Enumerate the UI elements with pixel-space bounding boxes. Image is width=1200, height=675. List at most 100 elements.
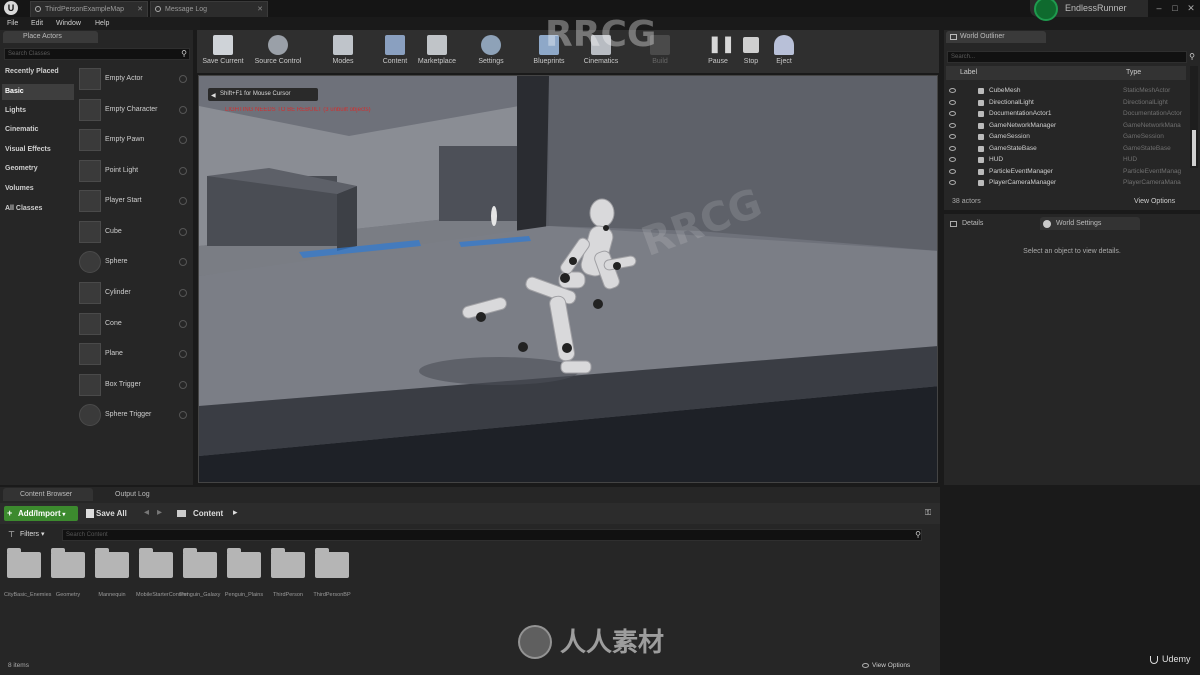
visibility-icon[interactable] [949, 168, 956, 174]
menu-window[interactable]: Window [56, 17, 81, 30]
menu-help[interactable]: Help [95, 17, 109, 30]
modes-button[interactable]: Modes [319, 32, 367, 72]
info-icon[interactable] [179, 320, 187, 328]
tab-world-settings[interactable]: World Settings [1040, 217, 1140, 230]
actor-plane[interactable]: Plane [76, 342, 190, 368]
menu-file[interactable]: File [7, 17, 18, 30]
category-volumes[interactable]: Volumes [2, 181, 74, 197]
folder-item[interactable]: Mannequin [92, 548, 132, 610]
search-icon[interactable]: ⚲ [913, 530, 923, 540]
source-control-button[interactable]: Source Control [254, 32, 302, 72]
category-lights[interactable]: Lights [2, 103, 74, 119]
cinematics-button[interactable]: Cinematics [577, 32, 625, 72]
outliner-row[interactable]: DirectionalLight DirectionalLight [946, 97, 1186, 109]
actor-cube[interactable]: Cube [76, 220, 190, 246]
actor-cylinder[interactable]: Cylinder [76, 281, 190, 307]
category-all-classes[interactable]: All Classes [2, 201, 74, 217]
actor-sphere-trigger[interactable]: Sphere Trigger [76, 403, 190, 429]
folder-item[interactable]: Penguin_Plains [224, 548, 264, 610]
folder-item[interactable]: CityBasic_Enemies [4, 548, 51, 610]
visibility-icon[interactable] [949, 88, 956, 93]
info-icon[interactable] [179, 167, 187, 175]
folder-item[interactable]: MobileStarterContent [136, 548, 188, 610]
close-icon[interactable]: ✕ [137, 2, 143, 17]
content-search-input[interactable]: Search Content [62, 529, 922, 541]
category-visual-effects[interactable]: Visual Effects [2, 142, 74, 158]
outliner-row[interactable]: GameNetworkManager GameNetworkMana [946, 120, 1186, 132]
actor-player-start[interactable]: Player Start [76, 189, 190, 215]
add-import-button[interactable]: Add/Import ▾ [4, 506, 78, 521]
column-label[interactable]: Label [960, 66, 977, 80]
actor-empty-character[interactable]: Empty Character [76, 98, 190, 124]
forward-arrow-icon[interactable]: ▸ [157, 507, 162, 518]
outliner-row[interactable]: ParticleEventManager ParticleEventManag [946, 166, 1186, 178]
back-arrow-icon[interactable]: ◂ [144, 507, 149, 518]
eject-button[interactable]: Eject [760, 32, 808, 72]
path-content[interactable]: Content [193, 506, 223, 521]
search-icon[interactable]: ⚲ [1187, 52, 1197, 62]
content-view-options-button[interactable]: View Options [872, 660, 910, 672]
actor-empty-pawn[interactable]: Empty Pawn [76, 128, 190, 154]
tab-details[interactable]: Details [946, 217, 1034, 230]
visibility-icon[interactable] [949, 134, 956, 139]
content-button[interactable]: Content [371, 32, 419, 72]
outliner-row[interactable]: PlayerCameraManager PlayerCameraMana [946, 177, 1186, 189]
tab-content-browser[interactable]: Content Browser [3, 488, 93, 501]
outliner-row[interactable]: GameStateBase GameStateBase [946, 143, 1186, 155]
lock-icon[interactable]: ⚿ [925, 508, 931, 518]
visibility-icon[interactable] [949, 111, 956, 116]
actor-box-trigger[interactable]: Box Trigger [76, 373, 190, 399]
info-icon[interactable] [179, 381, 187, 389]
visibility-icon[interactable] [949, 180, 956, 185]
actor-sphere[interactable]: Sphere [76, 250, 190, 276]
marketplace-button[interactable]: Marketplace [413, 32, 461, 72]
info-icon[interactable] [179, 228, 187, 236]
save-current-button[interactable]: Save Current [199, 32, 247, 72]
info-icon[interactable] [179, 197, 187, 205]
settings-button[interactable]: Settings [467, 32, 515, 72]
actor-cone[interactable]: Cone [76, 312, 190, 338]
build-button[interactable]: Build [636, 32, 684, 72]
tab-message-log[interactable]: Message Log ✕ [150, 1, 268, 17]
folder-item[interactable]: Penguin_Galaxy [180, 548, 220, 610]
tab-output-log[interactable]: Output Log [98, 488, 178, 501]
visibility-icon[interactable] [949, 122, 956, 128]
search-icon[interactable]: ⚲ [179, 49, 189, 59]
tab-world-outliner[interactable]: World Outliner [946, 31, 1046, 43]
category-basic[interactable]: Basic [2, 84, 74, 100]
folder-item[interactable]: Geometry [48, 548, 88, 610]
category-cinematic[interactable]: Cinematic [2, 122, 74, 138]
level-viewport[interactable] [198, 75, 938, 483]
class-search-input[interactable]: Search Classes [4, 48, 190, 60]
view-options-button[interactable]: View Options [1134, 195, 1175, 208]
visibility-icon[interactable] [949, 145, 956, 151]
info-icon[interactable] [179, 106, 187, 114]
close-window-icon[interactable]: ✕ [1182, 0, 1200, 17]
tab-level[interactable]: ThirdPersonExampleMap ✕ [30, 1, 148, 17]
outliner-row[interactable]: CubeMesh StaticMeshActor [946, 85, 1186, 97]
actor-empty-actor[interactable]: Empty Actor [76, 67, 190, 93]
chevron-right-icon[interactable]: ▸ [233, 507, 238, 518]
outliner-row[interactable]: GameSession GameSession [946, 131, 1186, 143]
info-icon[interactable] [179, 350, 187, 358]
blueprints-button[interactable]: Blueprints [525, 32, 573, 72]
visibility-icon[interactable] [949, 157, 956, 162]
info-icon[interactable] [179, 289, 187, 297]
close-icon[interactable]: ✕ [257, 2, 263, 17]
visibility-icon[interactable] [949, 99, 956, 105]
outliner-row[interactable]: DocumentationActor1 DocumentationActor [946, 108, 1186, 120]
column-type[interactable]: Type [1126, 66, 1141, 80]
actor-point-light[interactable]: Point Light [76, 159, 190, 185]
info-icon[interactable] [179, 75, 187, 83]
category-geometry[interactable]: Geometry [2, 161, 74, 177]
info-icon[interactable] [179, 258, 187, 266]
outliner-search-input[interactable]: Search... [947, 51, 1187, 63]
category-recently-placed[interactable]: Recently Placed [2, 64, 74, 80]
scrollbar-thumb[interactable] [1192, 130, 1196, 166]
folder-item[interactable]: ThirdPersonBP [312, 548, 352, 610]
folder-item[interactable]: ThirdPerson [268, 548, 308, 610]
outliner-row[interactable]: HUD HUD [946, 154, 1186, 166]
info-icon[interactable] [179, 411, 187, 419]
menu-edit[interactable]: Edit [31, 17, 43, 30]
tab-place-actors[interactable]: Place Actors [3, 31, 98, 43]
